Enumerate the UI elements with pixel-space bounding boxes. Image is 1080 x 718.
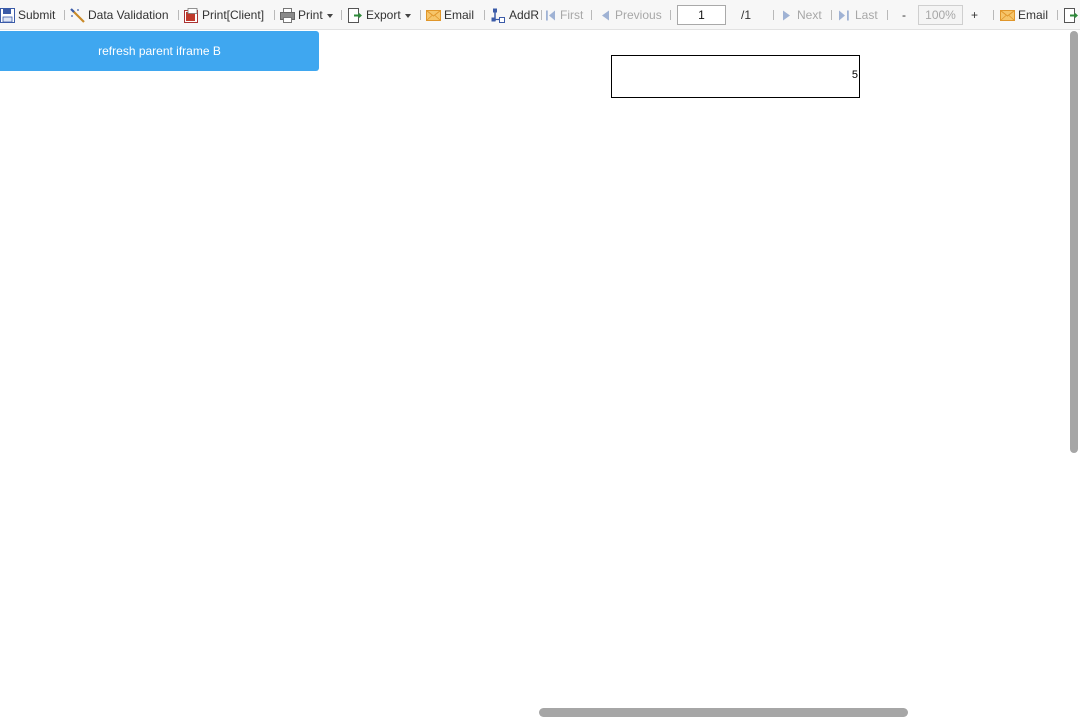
first-page-icon (545, 8, 556, 23)
envelope-icon (426, 8, 441, 23)
toolbar-separator (274, 10, 275, 20)
chevron-down-icon (326, 14, 333, 18)
zoom-out-button[interactable]: - (902, 0, 906, 29)
next-page-button[interactable]: Next (781, 0, 822, 29)
email-button[interactable]: Email (426, 0, 475, 29)
add-row-icon (491, 8, 506, 23)
vertical-scrollbar[interactable] (1070, 31, 1078, 453)
toolbar-separator (484, 10, 485, 20)
zoom-input[interactable] (918, 5, 963, 25)
toolbar-separator (64, 10, 65, 20)
email-label-2: Email (1018, 8, 1049, 22)
data-validation-button[interactable]: Data Validation (70, 0, 169, 29)
submit-button[interactable]: Submit (0, 0, 56, 29)
cell-value: 5 (851, 69, 858, 81)
pdf-print-icon (184, 7, 199, 23)
last-page-label: Last (855, 8, 878, 22)
envelope-icon (1000, 8, 1015, 23)
previous-page-button[interactable]: Previous (600, 0, 662, 29)
save-icon (0, 7, 15, 23)
page-total-label: /1 (741, 0, 752, 29)
wand-icon (70, 7, 85, 23)
export-dropdown-button[interactable]: Export (348, 0, 411, 29)
last-page-icon (838, 8, 851, 23)
print-dropdown-button[interactable]: Print (280, 0, 333, 29)
toolbar-separator (670, 10, 671, 20)
toolbar-separator (1057, 10, 1058, 20)
toolbar-separator (420, 10, 421, 20)
first-page-label: First (560, 8, 584, 22)
zoom-out-label: - (902, 8, 906, 22)
zoom-in-label: + (971, 8, 979, 22)
toolbar-separator (341, 10, 342, 20)
report-cell: 5 (611, 55, 860, 98)
export-icon (1064, 7, 1079, 23)
previous-page-label: Previous (615, 8, 662, 22)
print-label: Print (298, 8, 323, 22)
export-button-2[interactable] (1064, 0, 1080, 29)
report-toolbar: Submit Data Validation Print[Client] Pri… (0, 0, 1080, 30)
refresh-parent-iframe-button[interactable]: refresh parent iframe B (0, 31, 319, 71)
print-client-button[interactable]: Print[Client] (184, 0, 265, 29)
last-page-button[interactable]: Last (838, 0, 878, 29)
toolbar-separator (993, 10, 994, 20)
email-label: Email (444, 8, 475, 22)
toolbar-separator (887, 10, 888, 20)
toolbar-separator (591, 10, 592, 20)
zoom-in-button[interactable]: + (971, 0, 979, 29)
submit-label: Submit (18, 8, 56, 22)
toolbar-separator (178, 10, 179, 20)
toolbar-separator (541, 10, 542, 20)
add-row-label: AddR (509, 8, 540, 22)
email-button-2[interactable]: Email (1000, 0, 1049, 29)
toolbar-separator (773, 10, 774, 20)
printer-icon (280, 7, 295, 23)
export-label: Export (366, 8, 401, 22)
chevron-down-icon (404, 14, 411, 18)
add-row-button[interactable]: AddR (491, 0, 540, 29)
next-page-icon (781, 8, 792, 23)
toolbar-separator (831, 10, 832, 20)
data-validation-label: Data Validation (88, 8, 169, 22)
report-viewer: Submit Data Validation Print[Client] Pri… (0, 0, 1080, 718)
page-total-text: /1 (741, 8, 752, 22)
print-client-label: Print[Client] (202, 8, 265, 22)
previous-page-icon (600, 8, 611, 23)
next-page-label: Next (797, 8, 822, 22)
first-page-button[interactable]: First (545, 0, 584, 29)
horizontal-scrollbar[interactable] (539, 708, 908, 717)
page-number-input[interactable] (677, 5, 726, 25)
export-icon (348, 7, 363, 23)
